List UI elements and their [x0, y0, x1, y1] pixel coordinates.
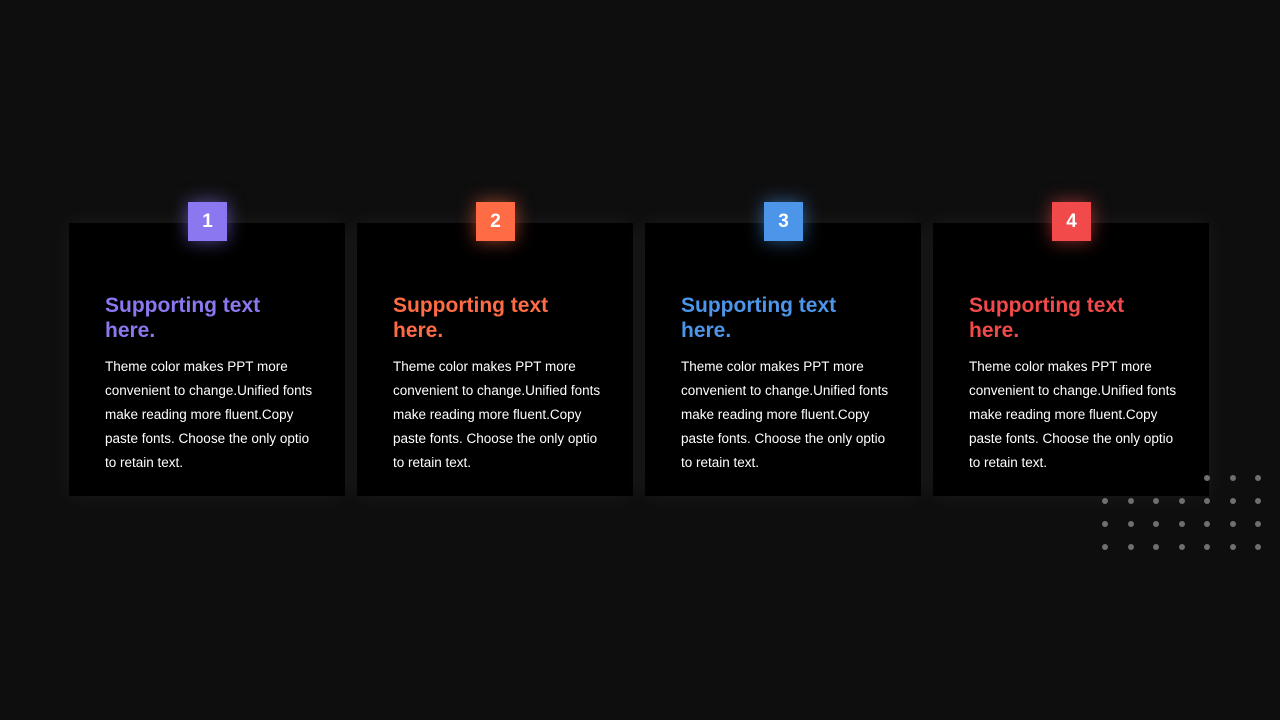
- dot: [1102, 521, 1108, 527]
- dot: [1230, 521, 1236, 527]
- dot: [1179, 498, 1185, 504]
- dot-grid-icon: [1102, 475, 1268, 555]
- dot: [1179, 544, 1185, 550]
- cards-row: 1 Supporting text here. Theme color make…: [69, 202, 1209, 496]
- dot: [1128, 544, 1134, 550]
- dot: [1255, 544, 1261, 550]
- card-body-1: Theme color makes PPT more convenient to…: [105, 359, 313, 470]
- dot: [1230, 475, 1236, 481]
- dot: [1255, 498, 1261, 504]
- card-title-1: Supporting text here.: [105, 294, 261, 342]
- dot: [1153, 498, 1159, 504]
- dot: [1153, 521, 1159, 527]
- dot: [1179, 521, 1185, 527]
- dot: [1102, 544, 1108, 550]
- card-number-badge-2: 2: [476, 202, 515, 241]
- dot: [1230, 498, 1236, 504]
- dot: [1128, 498, 1134, 504]
- card-3: 3 Supporting text here. Theme color make…: [645, 202, 921, 496]
- card-body-4: Theme color makes PPT more convenient to…: [969, 359, 1177, 470]
- card-title-2: Supporting text here.: [393, 294, 549, 342]
- card-number-badge-1: 1: [188, 202, 227, 241]
- dot: [1128, 521, 1134, 527]
- dot: [1255, 475, 1261, 481]
- card-1: 1 Supporting text here. Theme color make…: [69, 202, 345, 496]
- card-title-3: Supporting text here.: [681, 294, 837, 342]
- card-4: 4 Supporting text here. Theme color make…: [933, 202, 1209, 496]
- card-2: 2 Supporting text here. Theme color make…: [357, 202, 633, 496]
- card-number-badge-4: 4: [1052, 202, 1091, 241]
- dot: [1204, 475, 1210, 481]
- dot: [1204, 544, 1210, 550]
- card-number-badge-3: 3: [764, 202, 803, 241]
- dot: [1204, 498, 1210, 504]
- dot: [1153, 544, 1159, 550]
- card-title-4: Supporting text here.: [969, 294, 1125, 342]
- card-body-3: Theme color makes PPT more convenient to…: [681, 359, 889, 470]
- dot: [1102, 498, 1108, 504]
- card-body-2: Theme color makes PPT more convenient to…: [393, 359, 601, 470]
- dot: [1204, 521, 1210, 527]
- dot: [1230, 544, 1236, 550]
- dot: [1255, 521, 1261, 527]
